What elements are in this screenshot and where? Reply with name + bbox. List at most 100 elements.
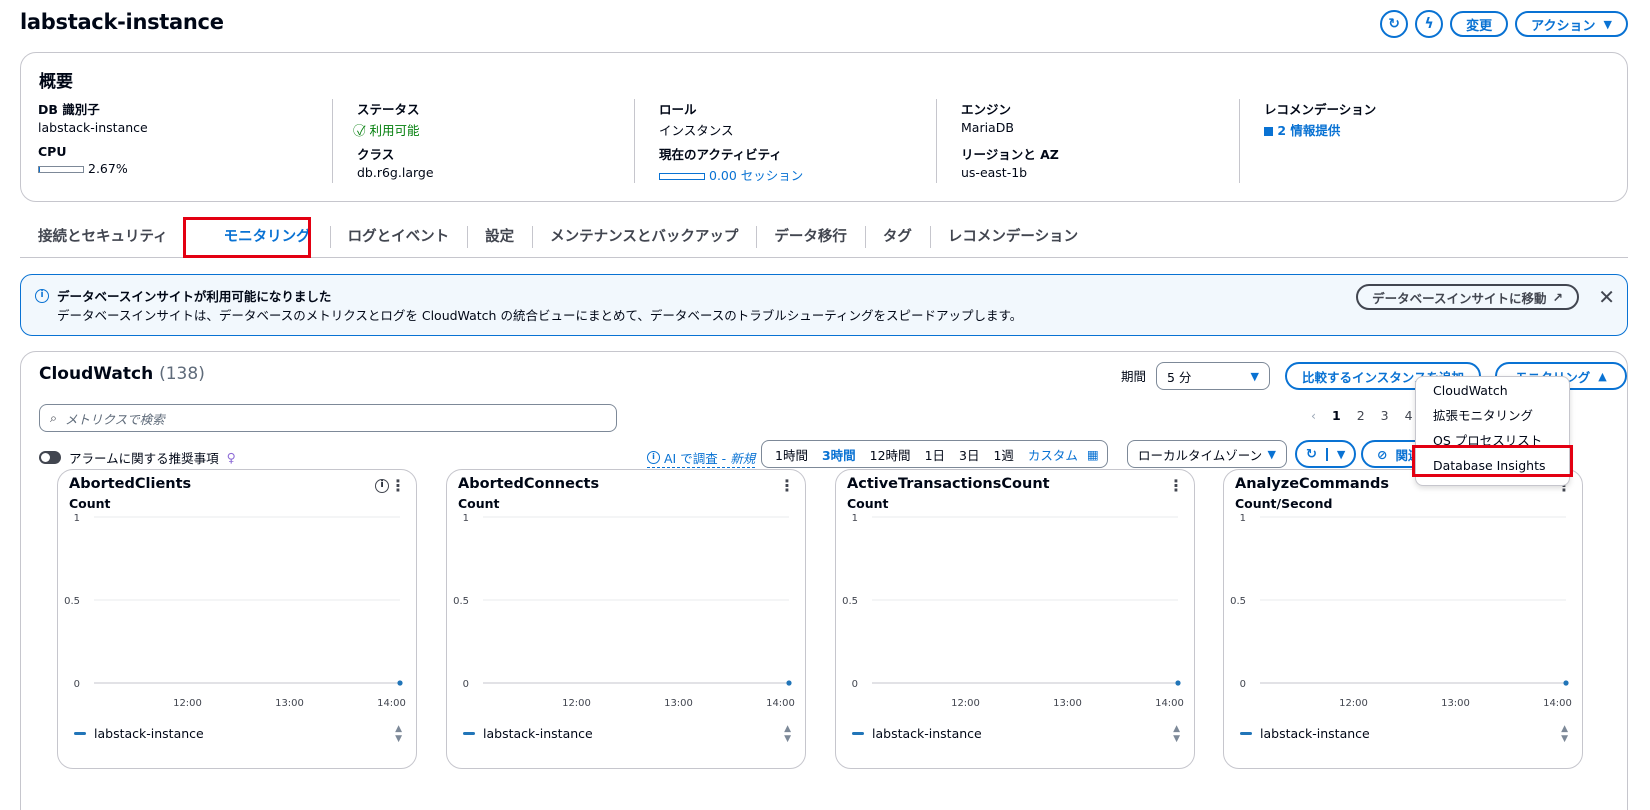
metric-card: AbortedConnects Count ⋮ 1 0.5 0 12:00 13:00 1… bbox=[446, 469, 806, 769]
refresh-button[interactable]: ↻ bbox=[1380, 10, 1409, 38]
info-icon: i bbox=[647, 451, 660, 464]
page-1[interactable]: 1 bbox=[1332, 408, 1341, 423]
metric-title: AbortedClients bbox=[69, 476, 192, 492]
metric-count: (138) bbox=[159, 364, 205, 384]
x-tick-label: 14:00 bbox=[377, 698, 406, 709]
info-icon[interactable]: i bbox=[375, 479, 389, 493]
activity-label: 現在のアクティビティ bbox=[659, 147, 782, 162]
calendar-icon[interactable]: ▦ bbox=[1085, 447, 1101, 462]
metric-title: AnalyzeCommands bbox=[1235, 476, 1389, 492]
legend-scroll-icon[interactable]: ▲ ▼ bbox=[784, 724, 791, 744]
caret-down-icon[interactable]: ▼ bbox=[1325, 447, 1354, 461]
menu-item-cloudwatch[interactable]: CloudWatch bbox=[1416, 378, 1569, 403]
chart-legend: labstack-instance bbox=[1240, 726, 1370, 741]
more-options-icon[interactable]: ⋮ bbox=[1168, 476, 1184, 495]
range-1h[interactable]: 1時間 bbox=[768, 445, 815, 464]
legend-swatch bbox=[1240, 732, 1252, 735]
page-title: labstack-instance bbox=[20, 10, 224, 34]
ai-investigate-link[interactable]: i AI で調査 - 新規 bbox=[647, 448, 756, 468]
status: ステータス ✓⃝ 利用可能 bbox=[357, 99, 420, 139]
range-12h[interactable]: 12時間 bbox=[863, 445, 918, 464]
range-custom[interactable]: カスタム bbox=[1021, 445, 1085, 464]
class: クラス db.r6g.large bbox=[357, 144, 434, 180]
failover-button[interactable]: ϟ bbox=[1415, 10, 1444, 38]
time-range-selector: 1時間 3時間 12時間 1日 3日 1週 カスタム ▦ bbox=[761, 440, 1108, 468]
caret-down-icon: ▼ bbox=[1250, 369, 1259, 383]
metric-search-input[interactable]: ⌕ メトリクスで検索 bbox=[39, 404, 617, 432]
metric-unit: Count bbox=[847, 496, 889, 511]
modify-button[interactable]: 変更 bbox=[1450, 11, 1509, 37]
tab-recommendations[interactable]: レコメンデーション bbox=[929, 225, 1096, 248]
region: リージョンと AZ us-east-1b bbox=[961, 144, 1059, 180]
legend-scroll-icon[interactable]: ▲ ▼ bbox=[395, 724, 402, 744]
data-point bbox=[786, 680, 792, 686]
engine-label: エンジン bbox=[961, 102, 1012, 117]
range-3d[interactable]: 3日 bbox=[952, 445, 986, 464]
page-3[interactable]: 3 bbox=[1381, 408, 1389, 423]
metric-card: ActiveTransactionsCount Count ⋮ 1 0.5 0 12:… bbox=[835, 469, 1195, 769]
menu-item-enhanced-monitoring[interactable]: 拡張モニタリング bbox=[1416, 403, 1569, 428]
tab-configuration[interactable]: 設定 bbox=[467, 225, 532, 248]
region-label: リージョンと AZ bbox=[961, 147, 1059, 162]
more-options-icon[interactable]: ⋮ bbox=[779, 476, 795, 495]
metric-card: AbortedClients Count i ⋮ 1 0.5 0 12:00 13:00… bbox=[57, 469, 417, 769]
tab-highlight-annotation bbox=[183, 217, 311, 258]
timezone-select[interactable]: ローカルタイムゾーン ▼ bbox=[1127, 440, 1287, 468]
ai-label: AI で調査 - bbox=[664, 451, 727, 466]
range-3h[interactable]: 3時間 bbox=[815, 445, 863, 464]
metric-chart: 1 0.5 0 12:00 13:00 14:00 bbox=[842, 513, 1184, 709]
role-label: ロール bbox=[659, 102, 697, 117]
status-label: ステータス bbox=[357, 102, 420, 117]
more-options-icon[interactable]: ⋮ bbox=[390, 476, 406, 495]
metric-unit: Count bbox=[458, 496, 500, 511]
flash-title: データベースインサイトが利用可能になりました bbox=[57, 289, 332, 304]
activity-value-link[interactable]: 0.00 セッション bbox=[709, 168, 803, 183]
refresh-split-button[interactable]: ↻ ▼ bbox=[1295, 440, 1357, 468]
info-flashbar: i データベースインサイトが利用可能になりました データベースインサイトは、デー… bbox=[20, 274, 1628, 336]
range-1d[interactable]: 1日 bbox=[918, 445, 952, 464]
actions-button[interactable]: アクション ▼ bbox=[1515, 11, 1628, 37]
alarm-recommendations-toggle[interactable]: アラームに関する推奨事項 ♀ bbox=[39, 448, 236, 467]
legend-label: labstack-instance bbox=[483, 726, 593, 741]
go-to-database-insights-button[interactable]: データベースインサイトに移動 ↗ bbox=[1356, 284, 1579, 310]
y-tick-label: 0 bbox=[1240, 679, 1246, 690]
prev-page-icon[interactable]: ‹ bbox=[1311, 408, 1316, 423]
toggle-switch[interactable] bbox=[39, 451, 61, 464]
legend-scroll-icon[interactable]: ▲ ▼ bbox=[1173, 724, 1180, 744]
metric-chart: 1 0.5 0 12:00 13:00 14:00 bbox=[1230, 513, 1572, 709]
metric-chart: 1 0.5 0 12:00 13:00 14:00 bbox=[453, 513, 795, 709]
page-4[interactable]: 4 bbox=[1405, 408, 1413, 423]
x-tick-label: 13:00 bbox=[275, 698, 304, 709]
caret-up-icon: ▲ bbox=[1598, 369, 1607, 383]
legend-scroll-icon[interactable]: ▲ ▼ bbox=[1561, 724, 1568, 744]
close-icon[interactable]: ✕ bbox=[1598, 285, 1615, 309]
period-select[interactable]: 5 分 ▼ bbox=[1156, 362, 1270, 390]
caret-down-icon: ▼ bbox=[1267, 447, 1276, 461]
x-tick-label: 13:00 bbox=[1441, 698, 1470, 709]
tab-maintenance-backup[interactable]: メンテナンスとバックアップ bbox=[532, 225, 756, 248]
timezone-value: ローカルタイムゾーン bbox=[1138, 447, 1263, 463]
page-2[interactable]: 2 bbox=[1357, 408, 1365, 423]
tab-tags[interactable]: タグ bbox=[864, 225, 930, 248]
summary-col-1: DB 識別子 labstack-instance CPU 2.67% bbox=[21, 99, 332, 183]
x-tick-label: 12:00 bbox=[562, 698, 591, 709]
cpu: CPU 2.67% bbox=[38, 144, 128, 176]
tab-connectivity[interactable]: 接続とセキュリティ bbox=[20, 226, 186, 248]
x-tick-label: 13:00 bbox=[664, 698, 693, 709]
tab-logs-events[interactable]: ログとイベント bbox=[329, 225, 468, 248]
actions-label: アクション bbox=[1531, 18, 1596, 34]
x-tick-label: 12:00 bbox=[173, 698, 202, 709]
header-actions: ↻ ϟ 変更 アクション ▼ bbox=[1380, 10, 1628, 38]
external-link-icon: ↗ bbox=[1552, 289, 1563, 305]
y-tick-label: 0.5 bbox=[453, 596, 469, 607]
tab-data-migration[interactable]: データ移行 bbox=[756, 225, 865, 248]
y-tick-label: 0 bbox=[74, 679, 80, 690]
refresh-icon[interactable]: ↻ bbox=[1297, 447, 1326, 462]
range-1w[interactable]: 1週 bbox=[986, 445, 1020, 464]
x-tick-label: 14:00 bbox=[1155, 698, 1184, 709]
role-value: インスタンス bbox=[659, 123, 734, 138]
x-tick-label: 12:00 bbox=[951, 698, 980, 709]
lightbulb-icon: ♀ bbox=[226, 450, 236, 465]
recommendation-link[interactable]: 2 情報提供 bbox=[1277, 123, 1340, 138]
engine-value: MariaDB bbox=[961, 120, 1014, 135]
